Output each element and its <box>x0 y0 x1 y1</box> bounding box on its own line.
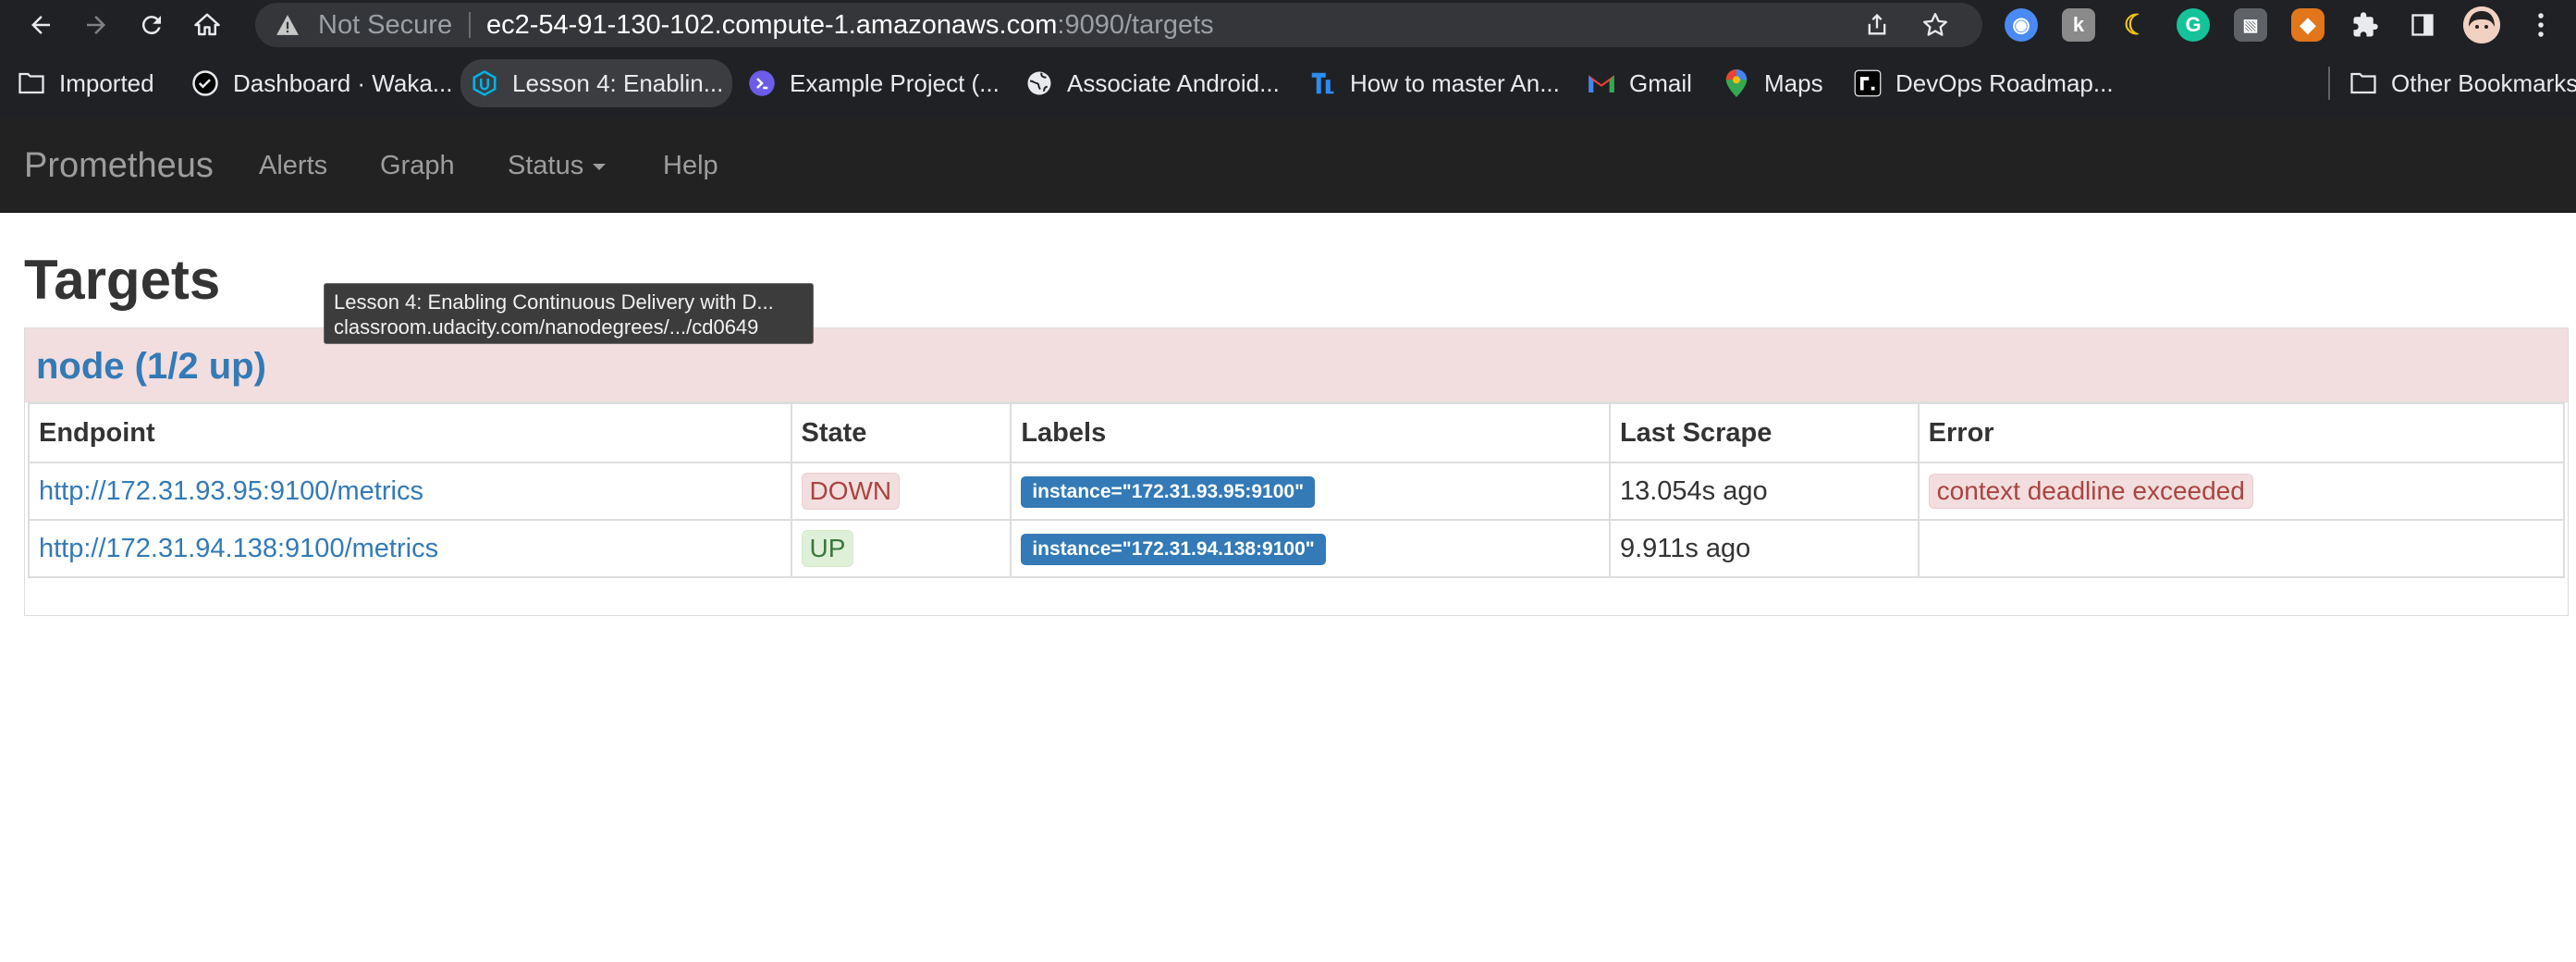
project-icon <box>747 68 777 98</box>
folder-icon <box>17 68 46 98</box>
page-title: Targets <box>24 249 221 311</box>
targets-table: Endpoint State Labels Last Scrape Error … <box>28 402 2566 578</box>
labels-cell: instance="172.31.94.138:9100" <box>1010 519 1611 578</box>
bookmark-udacity-lesson[interactable]: Lesson 4: Enablin... <box>460 59 733 107</box>
profile-avatar[interactable] <box>2463 6 2500 43</box>
sidebar-icon[interactable] <box>2406 8 2439 42</box>
col-state: State <box>790 402 1012 463</box>
endpoint-link[interactable]: http://172.31.94.138:9100/metrics <box>39 534 438 563</box>
menu-kebab-icon[interactable] <box>2524 8 2558 42</box>
tooltip-title: Lesson 4: Enabling Continuous Delivery w… <box>334 290 774 314</box>
not-secure-label[interactable]: Not Secure <box>318 10 452 40</box>
bookmark-label: How to master An... <box>1350 68 1560 97</box>
browser-chrome: Not Secure ec2-54-91-130-102.compute-1.a… <box>0 0 2576 118</box>
state-badge: UP <box>801 530 854 567</box>
url-host: ec2-54-91-130-102.compute-1.amazonaws.co… <box>486 10 1058 40</box>
state-cell: DOWN <box>790 462 1012 521</box>
bookmark-label: Lesson 4: Enablin... <box>512 68 724 97</box>
label-badge: instance="172.31.93.95:9100" <box>1021 476 1316 508</box>
bookmarks-bar: Imported Dashboard · Waka... Lesson 4: E… <box>0 59 2576 107</box>
endpoint-cell: http://172.31.93.95:9100/metrics <box>28 462 792 521</box>
grammarly-extension-icon[interactable]: G <box>2177 8 2210 42</box>
last-scrape-cell: 13.054s ago <box>1608 462 1920 521</box>
bookmark-associate-android[interactable]: Associate Android... <box>1024 59 1280 107</box>
labels-cell: instance="172.31.93.95:9100" <box>1010 462 1611 521</box>
col-endpoint: Endpoint <box>28 402 792 463</box>
wakatime-icon <box>190 68 220 98</box>
udacity-icon <box>470 68 499 98</box>
col-error: Error <box>1917 402 2566 463</box>
k-extension-icon[interactable]: k <box>2062 8 2095 42</box>
label-badge: instance="172.31.94.138:9100" <box>1021 534 1326 565</box>
endpoint-link[interactable]: http://172.31.93.95:9100/metrics <box>39 476 423 506</box>
endpoint-cell: http://172.31.94.138:9100/metrics <box>28 519 792 578</box>
tooltip-url: classroom.udacity.com/nanodegrees/.../cd… <box>334 315 759 339</box>
warning-triangle-icon[interactable] <box>276 14 300 36</box>
col-labels: Labels <box>1010 402 1611 463</box>
bookmark-label: Maps <box>1764 68 1823 97</box>
url-path: :9090/targets <box>1057 10 1214 40</box>
globe-icon <box>1024 68 1054 98</box>
last-scrape-cell: 9.911s ago <box>1608 519 1920 578</box>
bookmark-tooltip: Lesson 4: Enabling Continuous Delivery w… <box>324 283 814 344</box>
bookmark-label: Imported <box>59 68 154 97</box>
state-cell: UP <box>790 519 1012 578</box>
bookmark-label: DevOps Roadmap... <box>1895 68 2114 97</box>
bookmark-devops-roadmap[interactable]: DevOps Roadmap... <box>1853 59 2114 107</box>
col-last-scrape: Last Scrape <box>1608 402 1920 463</box>
home-icon[interactable] <box>185 6 229 43</box>
browser-nav-buttons <box>18 6 229 43</box>
error-cell <box>1917 519 2566 578</box>
bookmark-imported[interactable]: Imported <box>17 59 154 107</box>
prometheus-navbar: Prometheus Alerts Graph Status Help <box>0 118 2576 213</box>
tl-icon <box>1307 68 1337 98</box>
omnibox-separator <box>469 12 471 38</box>
other-bookmarks[interactable]: Other Bookmarks <box>2349 59 2576 107</box>
brand-link[interactable]: Prometheus <box>24 146 214 185</box>
error-badge: context deadline exceeded <box>1928 474 2253 509</box>
bookmark-gmail[interactable]: Gmail <box>1587 59 1692 107</box>
bookmark-how-to-master[interactable]: How to master An... <box>1307 59 1560 107</box>
other-bookmarks-label: Other Bookmarks <box>2391 68 2576 97</box>
moon-extension-icon[interactable]: ☾ <box>2119 8 2153 42</box>
roadmap-icon <box>1853 68 1883 98</box>
job-title-link[interactable]: node (1/2 up) <box>36 345 266 388</box>
image-extension-icon[interactable]: ▧ <box>2234 8 2267 42</box>
caret-down-icon <box>593 163 607 170</box>
address-bar[interactable]: Not Secure ec2-54-91-130-102.compute-1.a… <box>255 3 1982 47</box>
bookmark-label: Gmail <box>1629 68 1692 97</box>
nav-help[interactable]: Help <box>663 150 718 181</box>
bookmark-star-icon[interactable] <box>1921 11 1949 39</box>
table-row: http://172.31.93.95:9100/metrics DOWN in… <box>28 462 2566 521</box>
bookmark-label: Example Project (... <box>790 68 1000 97</box>
table-row: http://172.31.94.138:9100/metrics UP ins… <box>28 519 2566 578</box>
bookmarks-divider <box>2328 67 2330 100</box>
state-badge: DOWN <box>801 473 901 510</box>
reload-icon[interactable] <box>129 6 174 43</box>
nav-alerts[interactable]: Alerts <box>259 150 327 181</box>
url-text[interactable]: ec2-54-91-130-102.compute-1.amazonaws.co… <box>486 10 1214 40</box>
bookmark-label: Dashboard · Waka... <box>233 68 453 97</box>
table-header-row: Endpoint State Labels Last Scrape Error <box>28 402 2566 463</box>
bookmark-maps[interactable]: Maps <box>1722 59 1823 107</box>
share-icon[interactable] <box>1864 12 1890 38</box>
nav-graph[interactable]: Graph <box>380 150 455 181</box>
bookmark-label: Associate Android... <box>1067 68 1280 97</box>
metamask-extension-icon[interactable]: ◆ <box>2291 8 2325 42</box>
bookmark-example-project[interactable]: Example Project (... <box>747 59 1000 107</box>
extensions-bar: ◉ k ☾ G ▧ ◆ <box>2005 6 2558 44</box>
back-icon[interactable] <box>18 6 63 43</box>
compass-extension-icon[interactable]: ◉ <box>2005 8 2038 42</box>
folder-icon <box>2349 68 2378 98</box>
nav-status-dropdown[interactable]: Status <box>508 150 607 181</box>
error-cell: context deadline exceeded <box>1917 462 2566 521</box>
puzzle-extensions-icon[interactable] <box>2349 8 2382 42</box>
maps-icon <box>1722 68 1751 98</box>
job-panel: node (1/2 up) Endpoint State Labels Last… <box>24 327 2569 616</box>
forward-icon[interactable] <box>74 6 118 43</box>
nav-status-label: Status <box>508 151 584 180</box>
gmail-icon <box>1587 68 1616 98</box>
bookmark-wakatime[interactable]: Dashboard · Waka... <box>190 59 452 107</box>
